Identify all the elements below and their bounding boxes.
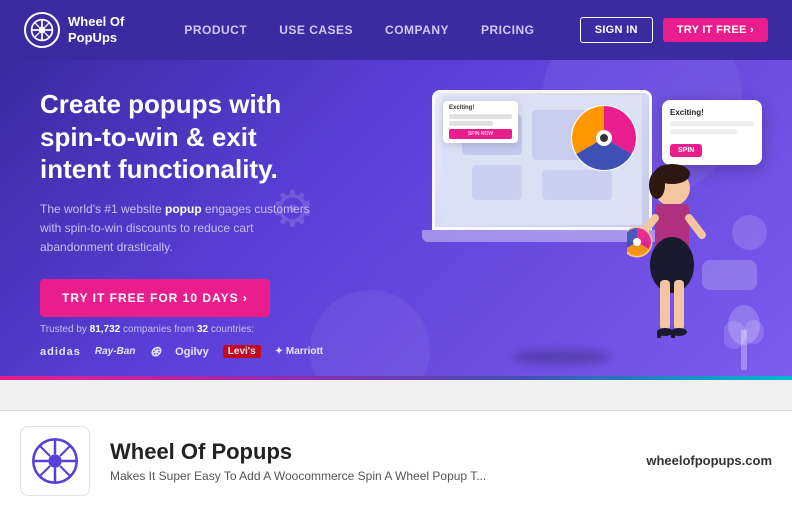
footer-url[interactable]: wheelofpopups.com (646, 453, 772, 468)
brand-logos: adidas Ray-Ban ⊛ Ogilvy Levi's ✦ Marriot… (40, 343, 323, 360)
nav-company[interactable]: COMPANY (385, 23, 449, 37)
floating-card: Exciting! SPIN (662, 100, 762, 165)
hero-title: Create popups with spin-to-win & exit in… (40, 88, 320, 186)
nav-use-cases[interactable]: USE CASES (279, 23, 353, 37)
footer-site-name: Wheel Of Popups (110, 439, 626, 465)
float-card-title: Exciting! (670, 108, 754, 117)
footer-description: Makes It Super Easy To Add A Woocommerce… (110, 469, 626, 483)
logo-icon-circle (24, 12, 60, 48)
brand-levis: Levi's (223, 345, 261, 358)
trusted-area: Trusted by 81,732 companies from 32 coun… (40, 324, 323, 360)
logo-text: Wheel Of PopUps (68, 14, 124, 45)
wheel-icon (29, 17, 55, 43)
hero-content: Create popups with spin-to-win & exit in… (40, 88, 320, 317)
float-card-line1 (670, 121, 754, 126)
nav-pricing[interactable]: PRICING (481, 23, 535, 37)
site-header: Wheel Of PopUps PRODUCT USE CASES COMPAN… (0, 0, 792, 60)
deco-circle3 (732, 215, 767, 250)
brand-unknown: ⊛ (149, 343, 161, 360)
float-card-cta: SPIN (670, 144, 702, 157)
try-free-header-button[interactable]: TRY IT FREE › (663, 18, 768, 42)
brand-rayban: Ray-Ban (95, 346, 136, 357)
laptop-screen: Exciting! SPIN NOW (432, 90, 652, 230)
header-actions: SIGN IN TRY IT FREE › (580, 17, 768, 43)
brand-marriott: ✦ Marriott (275, 346, 323, 357)
brand-ogilvy: Ogilvy (175, 346, 209, 358)
trusted-text: Trusted by 81,732 companies from 32 coun… (40, 324, 323, 335)
laptop-base (422, 230, 662, 242)
plant-deco (724, 290, 764, 370)
brand-adidas: adidas (40, 346, 81, 358)
footer-info: Wheel Of Popups Makes It Super Easy To A… (110, 439, 626, 483)
nav-product[interactable]: PRODUCT (184, 23, 247, 37)
logo[interactable]: Wheel Of PopUps (24, 12, 124, 48)
footer-wheel-icon (30, 436, 80, 486)
deco-rect1 (702, 260, 757, 290)
footer-logo-box (20, 426, 90, 496)
hero-cta-button[interactable]: TRY IT FREE FOR 10 DAYS › (40, 279, 270, 317)
gradient-bar (0, 376, 792, 380)
shadow-ellipse (512, 349, 612, 365)
hero-illustration: Exciting! SPIN NOW Exciting! SPIN (392, 70, 772, 370)
signin-button[interactable]: SIGN IN (580, 17, 653, 43)
float-card-line2 (670, 129, 737, 134)
hero-subtitle: The world's #1 website popup engages cus… (40, 200, 320, 258)
main-nav: PRODUCT USE CASES COMPANY PRICING (184, 23, 534, 37)
popup-card: Exciting! SPIN NOW (443, 101, 518, 143)
hero-section: ⚙ Create popups with spin-to-win & exit … (0, 60, 792, 380)
footer-bar: Wheel Of Popups Makes It Super Easy To A… (0, 410, 792, 510)
